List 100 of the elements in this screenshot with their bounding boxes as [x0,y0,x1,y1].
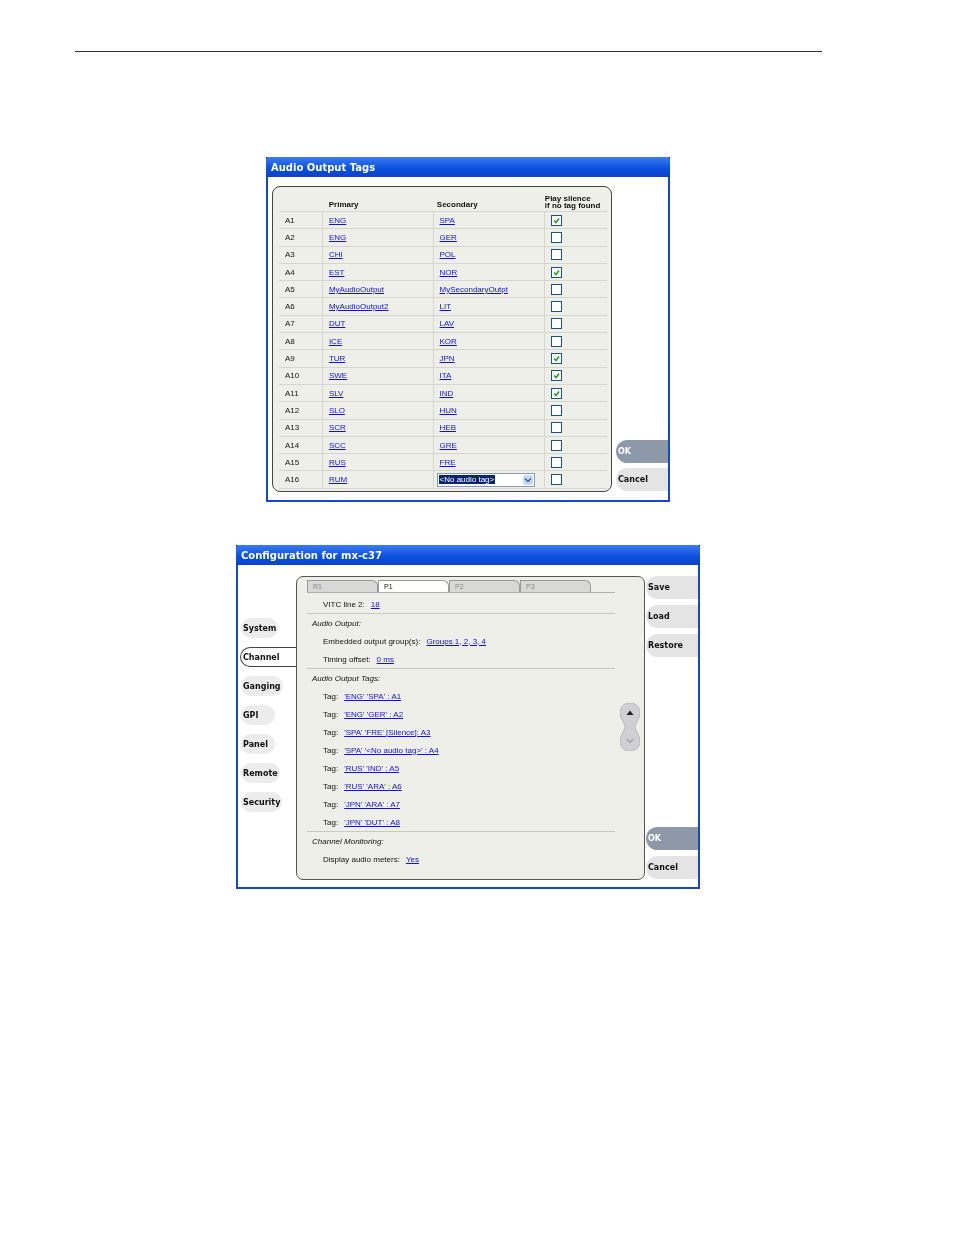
row-label: A4 [285,267,295,277]
field-value-link[interactable]: Groups 1, 2, 3, 4 [426,636,486,646]
primary-tag-link[interactable]: EST [328,267,345,277]
primary-tag-link[interactable]: ENG [328,215,347,225]
row-label: A15 [285,457,300,467]
section-heading: Channel Monitoring: [311,836,384,846]
checkbox[interactable] [551,439,563,451]
secondary-tag-link[interactable]: SPA [439,215,455,225]
field-label: Timing offset: [323,654,371,664]
row-label: A5 [285,284,295,294]
checkbox[interactable] [551,214,563,226]
checkbox[interactable] [551,249,563,261]
nav-item[interactable]: Security [241,792,283,812]
row-label: A7 [285,319,295,329]
checkbox[interactable] [551,370,563,382]
column-header: Secondary [435,200,479,211]
column-header: Primary [327,200,360,211]
checkbox[interactable] [551,318,563,330]
checkbox[interactable] [551,301,563,313]
primary-tag-link[interactable]: ICE [328,336,343,346]
secondary-tag-link[interactable]: HUN [439,405,457,415]
field-value-link[interactable]: 'SPA' '<No audio tag>' : A4 [344,745,439,755]
checkbox[interactable] [551,474,563,486]
checkbox[interactable] [551,353,563,364]
checkbox[interactable] [551,404,563,416]
row-label: A8 [285,336,295,346]
caret-icon [522,474,533,485]
primary-tag-link[interactable]: SCC [328,440,346,450]
side-button[interactable]: Load [646,605,698,628]
secondary-tag-link[interactable]: GER [439,232,457,242]
field-value-link[interactable]: 'SPA' 'FRE' [Silence]: A3 [344,727,431,737]
nav-item[interactable]: Remote [241,763,280,783]
primary-tag-link[interactable]: SLV [328,388,344,398]
secondary-tag-link[interactable]: KOR [439,336,457,346]
side-button[interactable]: Save [646,576,698,599]
nav-item[interactable]: Panel [241,734,275,754]
secondary-tag-link[interactable]: JPN [439,354,455,363]
field-label: Tag: [323,727,339,737]
row-label: A10 [285,371,300,381]
side-button[interactable]: Restore [646,634,698,657]
dialog-button[interactable]: Cancel [646,856,698,879]
primary-tag-link[interactable]: MyAudioOutput [328,284,384,294]
field-label: VITC line 2: [323,599,365,609]
primary-tag-link[interactable]: SWE [328,371,348,381]
row-label: A16 [285,475,300,485]
field-label: Tag: [323,691,339,701]
row-label: A12 [285,405,300,415]
field-value-link[interactable]: 18 [370,599,380,609]
window-title: Configuration for mx-c37 [236,545,700,565]
nav-item[interactable]: System [241,618,279,638]
primary-tag-link[interactable]: CHI [328,250,343,260]
primary-tag-link[interactable]: RUM [328,475,348,485]
checkbox[interactable] [551,266,563,278]
secondary-tag-link[interactable]: HEB [439,423,456,433]
field-label: Tag: [323,763,339,773]
checkbox[interactable] [551,422,563,434]
checkbox[interactable] [551,335,563,347]
nav-item[interactable]: GPI [241,705,275,725]
row-label: A3 [285,250,295,260]
field-value-link[interactable]: 0 ms [376,654,394,664]
checkbox[interactable] [551,456,563,468]
secondary-tag-link[interactable]: POL [439,250,456,260]
field-value-link[interactable]: 'ENG' 'GER' : A2 [344,709,404,719]
field-value-link[interactable]: Yes [405,854,419,864]
field-label: Embedded output group(s): [323,636,421,646]
row-label: A6 [285,302,295,312]
field-value-link[interactable]: 'JPN' 'ARA' : A7 [344,799,401,809]
field-value-link[interactable]: 'ENG' 'SPA' : A1 [344,691,402,701]
primary-tag-link[interactable]: DUT [328,319,346,329]
secondary-tag-link[interactable]: FRE [439,457,456,467]
field-value-link[interactable]: 'RUS' 'ARA' : A6 [344,781,402,791]
primary-tag-link[interactable]: MyAudioOutput2 [328,302,389,312]
checkbox[interactable] [551,387,563,399]
secondary-tag-dropdown[interactable]: <No audio tag> [436,472,535,487]
checkbox[interactable] [551,231,563,243]
secondary-tag-link[interactable]: LAV [439,319,455,329]
secondary-tag-link[interactable]: ITA [439,371,452,381]
secondary-tag-link[interactable]: GRE [439,440,457,450]
row-label: A13 [285,423,300,433]
secondary-tag-link[interactable]: MySecondaryOutpt [439,284,508,294]
secondary-tag-link[interactable]: LIT [439,302,452,312]
row-label: A1 [285,215,295,225]
dialog-button[interactable]: Cancel [616,468,668,491]
primary-tag-link[interactable]: TUR [328,354,346,363]
primary-tag-link[interactable]: RUS [328,457,346,467]
checkbox[interactable] [551,283,563,295]
row-label: A14 [285,440,300,450]
secondary-tag-link[interactable]: IND [439,388,454,398]
primary-tag-link[interactable]: SLO [328,405,345,415]
primary-tag-link[interactable]: ENG [328,232,347,242]
field-label: Tag: [323,781,339,791]
row-label: A11 [285,388,299,398]
section-heading: Audio Output Tags: [311,673,381,683]
nav-item[interactable]: Ganging [241,676,283,696]
field-value-link[interactable]: 'RUS' 'IND' : A5 [344,763,400,773]
field-value-link[interactable]: 'JPN' 'DUT' : A8 [344,817,401,827]
secondary-tag-link[interactable]: NOR [439,267,458,277]
column-header: Play silence if no tag found [543,195,602,211]
primary-tag-link[interactable]: SCR [328,423,346,433]
nav-item[interactable]: Channel [240,647,296,667]
